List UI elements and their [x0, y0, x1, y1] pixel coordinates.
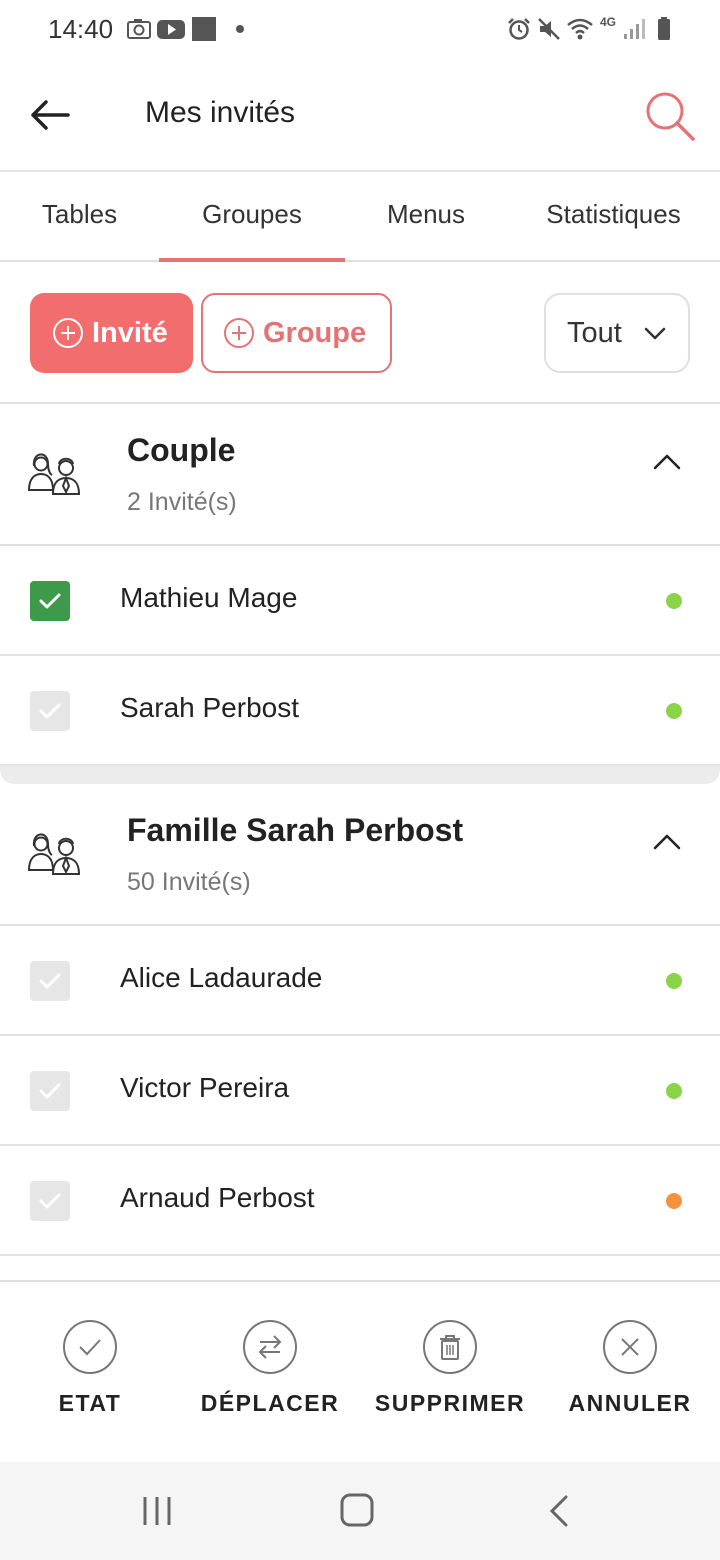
group-count: 50 Invité(s)	[127, 868, 251, 896]
youtube-icon	[157, 20, 185, 39]
arrow-left-icon[interactable]	[22, 88, 78, 144]
filter-dropdown[interactable]: Tout	[544, 293, 690, 373]
guest-name: Alice Ladaurade	[120, 962, 323, 993]
plus-circle-icon	[224, 318, 254, 348]
tab-bar: Tables Groupes Menus Statistiques	[0, 172, 720, 262]
annuler-label: ANNULER	[568, 1390, 692, 1416]
tab-groupes[interactable]: Groupes	[159, 172, 345, 262]
system-nav-bar	[0, 1462, 720, 1560]
chevron-down-icon	[644, 327, 666, 340]
guest-row[interactable]: Victor Pereira	[0, 1036, 720, 1146]
status-dot	[666, 593, 682, 609]
group-name: Couple	[127, 432, 236, 468]
status-time: 14:40	[48, 14, 114, 44]
guest-row[interactable]: Sarah Perbost	[0, 656, 720, 766]
mute-icon	[538, 18, 560, 40]
guest-name: Sarah Perbost	[120, 692, 299, 723]
guest-row[interactable]: Arnaud Perbost	[0, 1146, 720, 1256]
annuler-button[interactable]: ANNULER	[540, 1282, 720, 1464]
bottom-action-bar: ETAT DÉPLACER SUPPRIMER ANNULER	[0, 1280, 720, 1462]
etat-label: ETAT	[58, 1390, 122, 1416]
app-bar: Mes invités	[0, 60, 720, 172]
home-icon[interactable]	[338, 1491, 378, 1531]
page-title: Mes invités	[145, 96, 296, 129]
back-icon[interactable]	[546, 1494, 572, 1528]
etat-button[interactable]: ETAT	[0, 1282, 180, 1464]
battery-icon	[658, 17, 670, 40]
add-guest-label: Invité	[92, 316, 168, 349]
close-circle-icon	[603, 1320, 657, 1374]
chevron-up-icon[interactable]	[652, 830, 682, 854]
network-type-label: 4G	[600, 15, 617, 29]
check-icon	[39, 703, 61, 719]
add-group-label: Groupe	[263, 316, 367, 349]
guest-name: Arnaud Perbost	[120, 1182, 315, 1213]
supprimer-button[interactable]: SUPPRIMER	[360, 1282, 540, 1464]
guest-checkbox[interactable]	[30, 691, 70, 731]
status-dot	[666, 1193, 682, 1209]
camera-icon	[127, 19, 151, 39]
deplacer-label: DÉPLACER	[200, 1390, 340, 1416]
add-group-button[interactable]: Groupe	[201, 293, 392, 373]
chevron-up-icon[interactable]	[652, 450, 682, 474]
guest-checkbox[interactable]	[30, 1181, 70, 1221]
guest-name: Mathieu Mage	[120, 582, 298, 613]
guest-checkbox[interactable]	[30, 961, 70, 1001]
check-icon	[39, 973, 61, 989]
action-row: Invité Groupe Tout	[0, 262, 720, 404]
status-dot	[666, 703, 682, 719]
deplacer-button[interactable]: DÉPLACER	[180, 1282, 360, 1464]
check-circle-icon	[63, 1320, 117, 1374]
alarm-icon	[508, 18, 530, 40]
tab-menus[interactable]: Menus	[345, 172, 507, 262]
supprimer-label: SUPPRIMER	[374, 1390, 526, 1416]
group-people-icon	[27, 833, 81, 875]
status-bar: 14:40 4G	[0, 0, 720, 60]
status-dot	[666, 1083, 682, 1099]
signal-icon	[624, 19, 645, 39]
guest-checkbox[interactable]	[30, 1071, 70, 1111]
group-header-couple[interactable]: Couple 2 Invité(s)	[0, 404, 720, 546]
trash-icon	[423, 1320, 477, 1374]
guest-row[interactable]: Alice Ladaurade	[0, 926, 720, 1036]
group-name: Famille Sarah Perbost	[127, 812, 464, 848]
recents-icon[interactable]	[140, 1494, 174, 1528]
group-people-icon	[27, 453, 81, 495]
plus-circle-icon	[53, 318, 83, 348]
dot-icon	[236, 25, 244, 33]
search-icon[interactable]	[640, 86, 700, 146]
tab-statistiques[interactable]: Statistiques	[507, 172, 720, 262]
check-icon	[39, 1193, 61, 1209]
group-separator	[0, 766, 720, 784]
tab-tables[interactable]: Tables	[0, 172, 159, 262]
guest-checkbox[interactable]	[30, 581, 70, 621]
group-header-famille[interactable]: Famille Sarah Perbost 50 Invité(s)	[0, 784, 720, 926]
add-guest-button[interactable]: Invité	[30, 293, 193, 373]
guest-row[interactable]: Mathieu Mage	[0, 546, 720, 656]
status-dot	[666, 973, 682, 989]
square-icon	[192, 17, 216, 41]
filter-value: Tout	[567, 316, 622, 349]
wifi-icon	[567, 18, 593, 40]
guest-name: Victor Pereira	[120, 1072, 290, 1103]
swap-icon	[243, 1320, 297, 1374]
check-icon	[39, 1083, 61, 1099]
group-count: 2 Invité(s)	[127, 488, 237, 516]
check-icon	[39, 593, 61, 609]
